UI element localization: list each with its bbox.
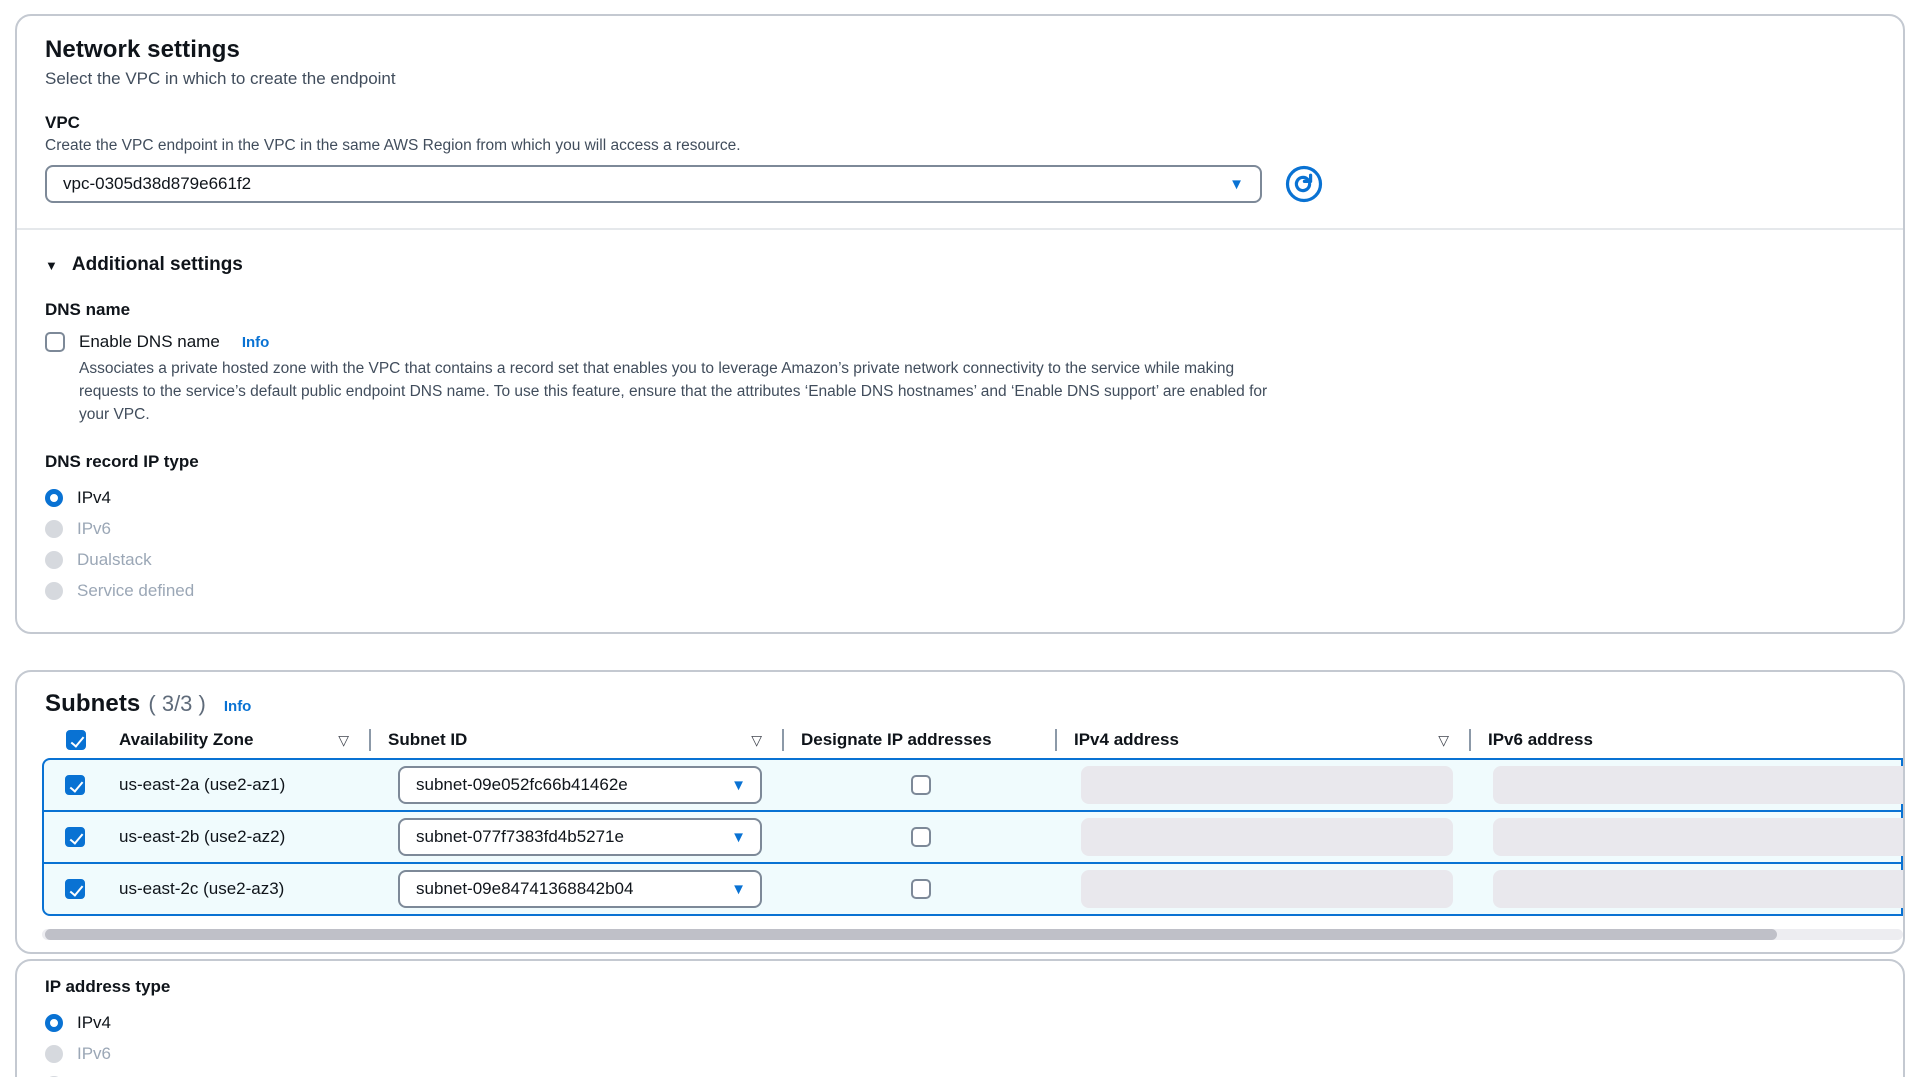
vpc-select[interactable]: vpc-0305d38d879e661f2 ▼ (45, 165, 1262, 203)
vpc-label: VPC (45, 113, 1875, 133)
radio-ipv6 (45, 1045, 63, 1063)
radio-ipv6-label: IPv6 (77, 1044, 111, 1064)
subnet-id-select[interactable]: subnet-09e84741368842b04 ▼ (398, 870, 762, 908)
radio-service-defined (45, 582, 63, 600)
subnet-id-select[interactable]: subnet-09e052fc66b41462e ▼ (398, 766, 762, 804)
radio-dualstack-label: Dualstack (77, 550, 152, 570)
sort-icon-ipv4-address[interactable]: ▽ (1438, 732, 1449, 749)
select-all-checkbox[interactable] (66, 730, 86, 750)
radio-ipv4-label: IPv4 (77, 1013, 111, 1033)
vpc-description: Create the VPC endpoint in the VPC in th… (45, 137, 1875, 155)
chevron-down-icon: ▼ (731, 778, 746, 793)
ip-address-type-label: IP address type (45, 977, 1875, 997)
row-checkbox[interactable] (65, 879, 85, 899)
column-header-availability-zone: Availability Zone ▽ (100, 722, 369, 758)
column-header-subnet-id: Subnet ID ▽ (369, 722, 782, 758)
dns-name-info-link[interactable]: Info (242, 334, 270, 351)
additional-settings-title: Additional settings (72, 254, 243, 276)
designate-ip-checkbox[interactable] (911, 775, 931, 795)
sort-icon-subnet-id[interactable]: ▽ (751, 732, 762, 749)
row-checkbox[interactable] (65, 827, 85, 847)
radio-option-ipv4: IPv4 (45, 1007, 1875, 1038)
ipv6-address-field-disabled (1493, 870, 1905, 908)
radio-ipv6-label: IPv6 (77, 519, 111, 539)
additional-settings-toggle[interactable]: ▼ Additional settings (45, 254, 1875, 276)
sort-icon-availability-zone[interactable]: ▽ (338, 732, 349, 749)
radio-option-service-defined: Service defined (45, 575, 1875, 606)
horizontal-scrollbar-track[interactable] (42, 929, 1903, 940)
column-header-designate-ip: Designate IP addresses (782, 722, 1055, 758)
radio-option-ipv4: IPv4 (45, 482, 1875, 513)
dns-name-label: DNS name (45, 300, 1875, 320)
ipv6-address-field-disabled (1493, 818, 1905, 856)
dns-record-ip-type-group: IPv4 IPv6 Dualstack Service defined (45, 482, 1875, 606)
designate-ip-checkbox[interactable] (911, 827, 931, 847)
row-checkbox[interactable] (65, 775, 85, 795)
enable-dns-name-checkbox[interactable] (45, 332, 65, 352)
availability-zone-value: us-east-2a (use2-az1) (102, 760, 371, 810)
radio-ipv4-label: IPv4 (77, 488, 111, 508)
enable-dns-name-label: Enable DNS name (79, 332, 220, 352)
column-header-ipv6-address: IPv6 address (1469, 722, 1905, 758)
table-header-row: Availability Zone ▽ Subnet ID ▽ Designat… (42, 722, 1903, 758)
subnets-table: Availability Zone ▽ Subnet ID ▽ Designat… (42, 722, 1903, 916)
subnet-id-value: subnet-09e84741368842b04 (416, 879, 731, 899)
radio-option-dualstack: Dualstack (45, 544, 1875, 575)
table-row: us-east-2c (use2-az3) subnet-09e84741368… (42, 862, 1903, 916)
radio-ipv4[interactable] (45, 489, 63, 507)
network-settings-card: Network settings Select the VPC in which… (15, 14, 1905, 634)
subnet-id-value: subnet-077f7383fd4b5271e (416, 827, 731, 847)
section-divider (17, 228, 1903, 230)
subnets-title: Subnets (45, 690, 140, 718)
availability-zone-value: us-east-2b (use2-az2) (102, 812, 371, 862)
subnet-id-value: subnet-09e052fc66b41462e (416, 775, 731, 795)
radio-ipv4[interactable] (45, 1014, 63, 1032)
ipv4-address-field-disabled (1081, 766, 1453, 804)
chevron-down-icon: ▼ (731, 830, 746, 845)
column-header-ipv4-address: IPv4 address ▽ (1055, 722, 1469, 758)
ipv4-address-field-disabled (1081, 818, 1453, 856)
horizontal-scrollbar-thumb[interactable] (45, 929, 1777, 940)
radio-service-defined-label: Service defined (77, 581, 194, 601)
dns-name-description: Associates a private hosted zone with th… (79, 358, 1279, 426)
radio-option-dualstack: Dualstack (45, 1069, 1875, 1077)
chevron-down-icon: ▼ (1229, 177, 1244, 192)
chevron-down-icon: ▼ (731, 882, 746, 897)
ipv6-address-field-disabled (1493, 766, 1905, 804)
radio-option-ipv6: IPv6 (45, 513, 1875, 544)
designate-ip-checkbox[interactable] (911, 879, 931, 899)
vpc-select-value: vpc-0305d38d879e661f2 (63, 174, 1229, 194)
radio-dualstack (45, 551, 63, 569)
page-title: Network settings (45, 36, 1875, 64)
collapse-triangle-icon: ▼ (45, 258, 58, 273)
ipv4-address-field-disabled (1081, 870, 1453, 908)
ip-address-type-group: IPv4 IPv6 Dualstack (45, 1007, 1875, 1077)
subnets-info-link[interactable]: Info (224, 698, 252, 715)
radio-option-ipv6: IPv6 (45, 1038, 1875, 1069)
ip-address-type-card: IP address type IPv4 IPv6 Dualstack (15, 959, 1905, 1077)
subnets-count: ( 3/3 ) (148, 691, 205, 717)
availability-zone-value: us-east-2c (use2-az3) (102, 864, 371, 914)
radio-ipv6 (45, 520, 63, 538)
subnet-id-select[interactable]: subnet-077f7383fd4b5271e ▼ (398, 818, 762, 856)
page-subtitle: Select the VPC in which to create the en… (45, 69, 1875, 89)
table-row: us-east-2a (use2-az1) subnet-09e052fc66b… (42, 758, 1903, 812)
refresh-button[interactable] (1284, 164, 1324, 204)
table-row: us-east-2b (use2-az2) subnet-077f7383fd4… (42, 810, 1903, 864)
refresh-icon (1284, 164, 1324, 204)
subnets-card: Subnets ( 3/3 ) Info Availability Zone ▽… (15, 670, 1905, 954)
dns-record-ip-type-label: DNS record IP type (45, 452, 1875, 472)
